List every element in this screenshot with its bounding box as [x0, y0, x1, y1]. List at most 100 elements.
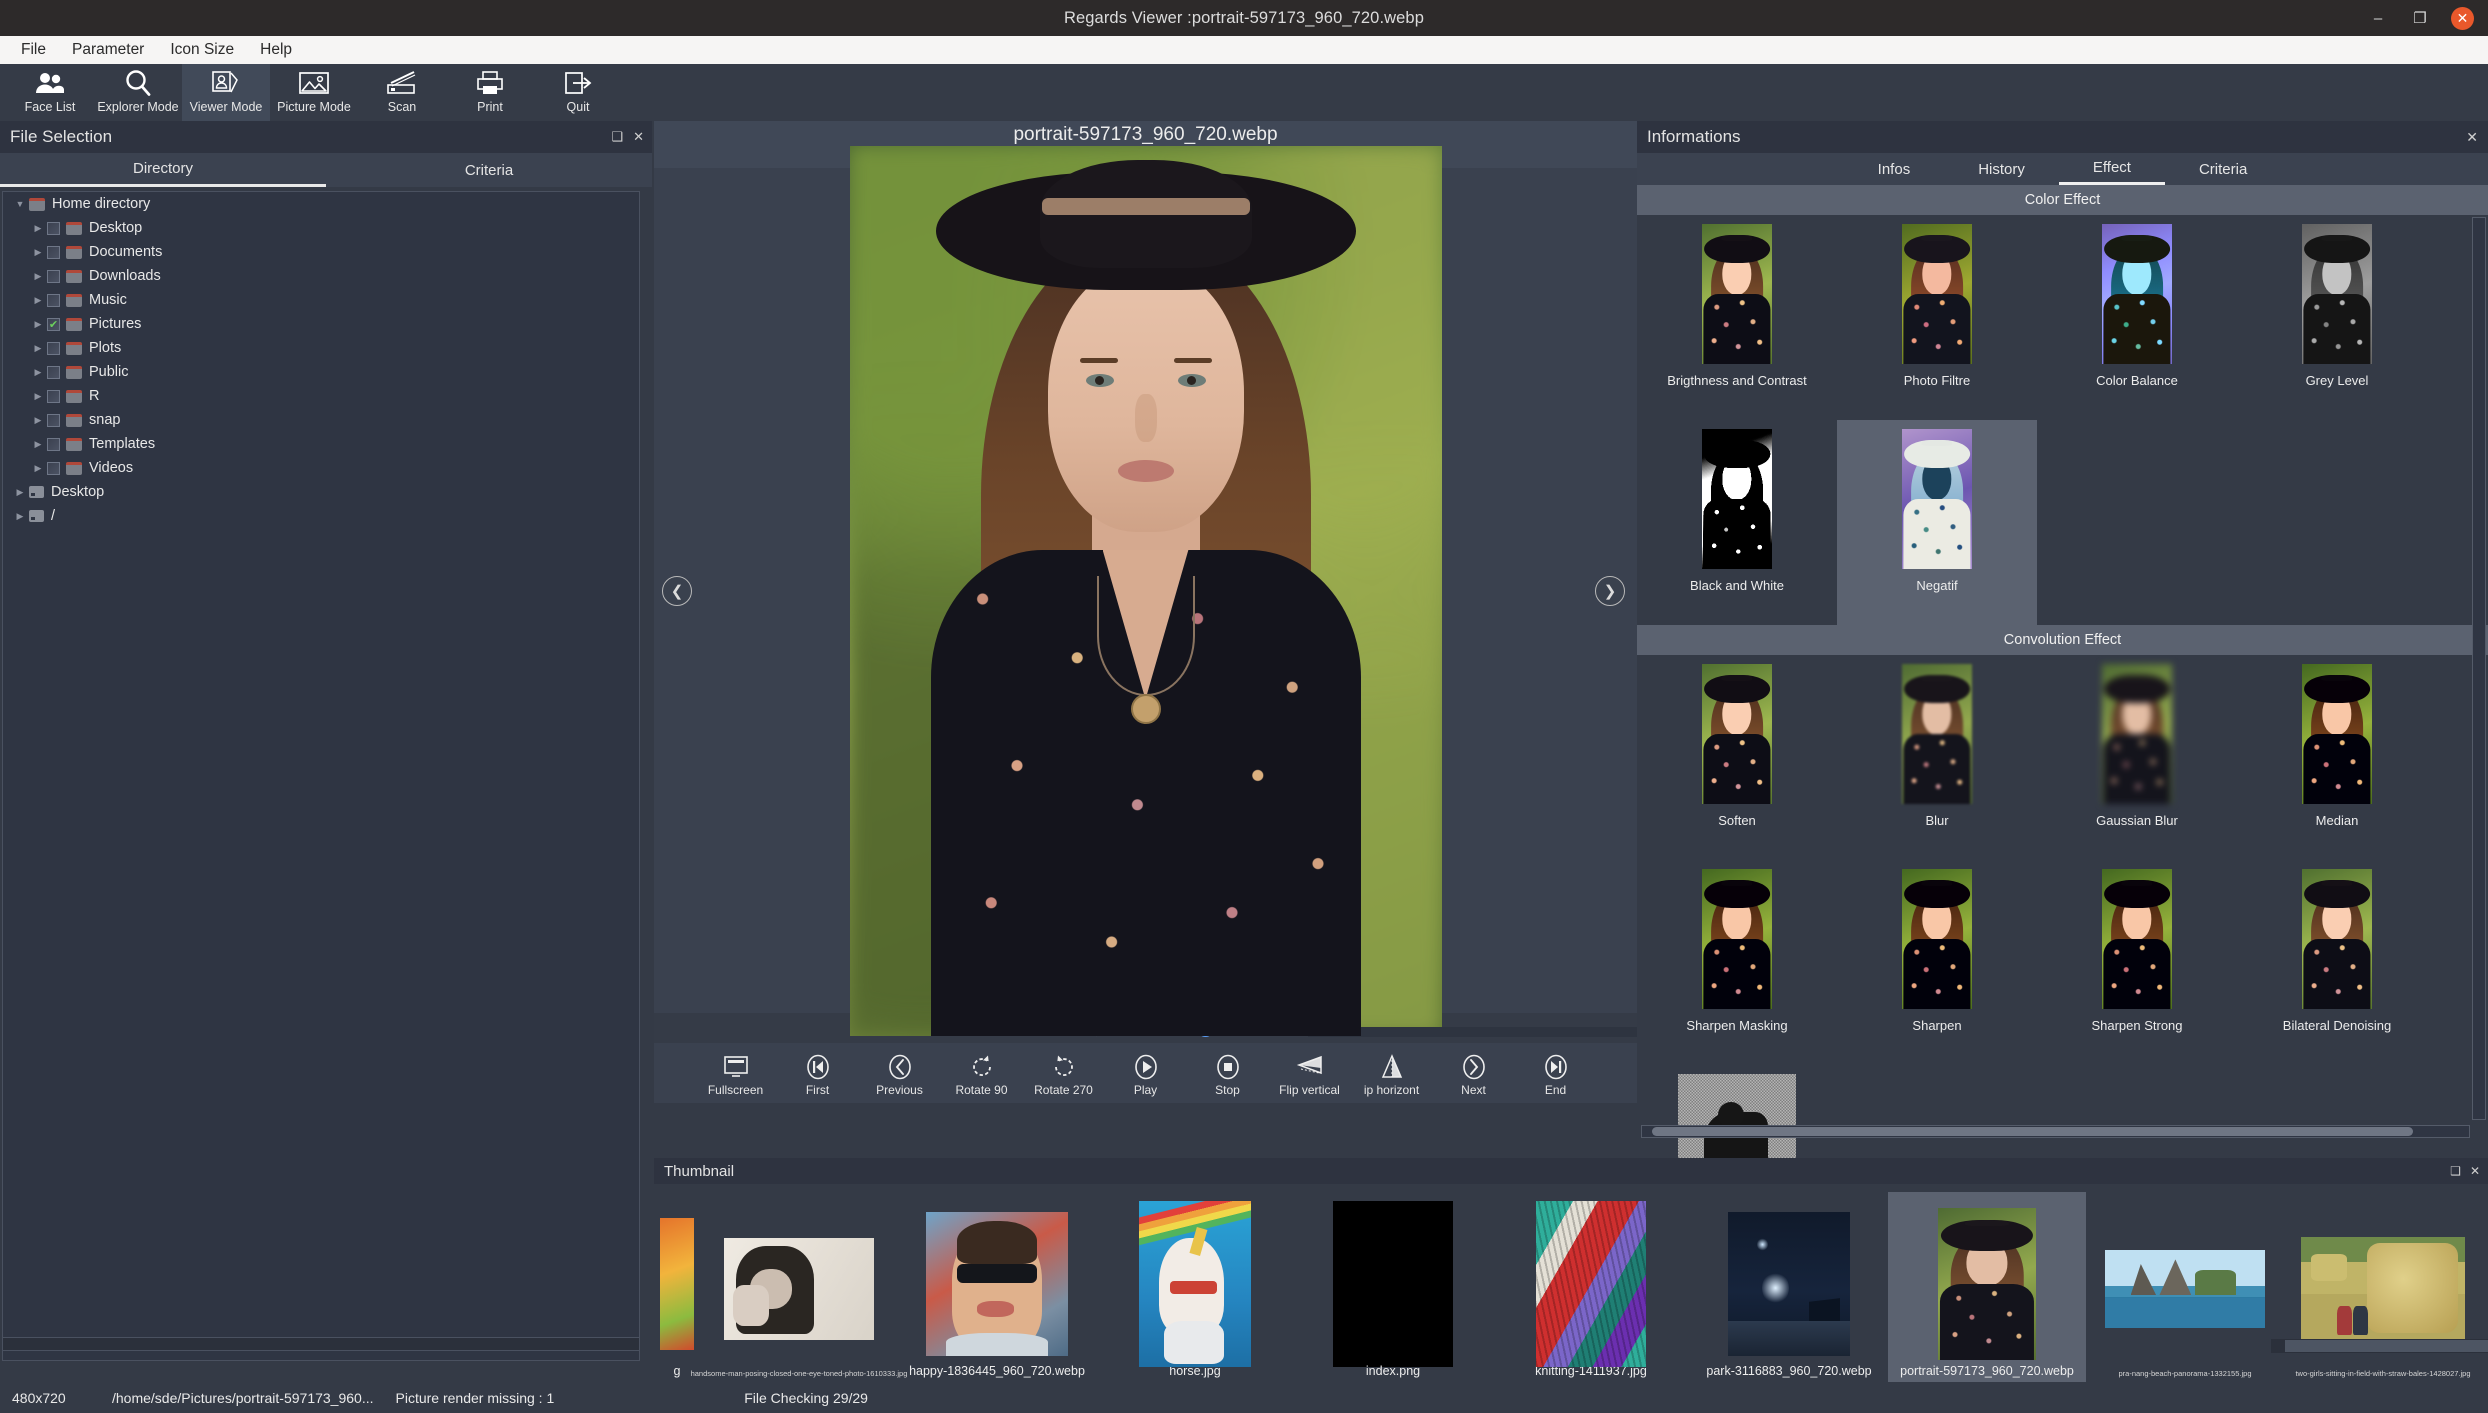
tab-effect[interactable]: Effect [2058, 153, 2165, 185]
expand-arrow-icon[interactable]: ▶ [29, 463, 47, 474]
effect-item[interactable]: Sharpen Strong [2037, 860, 2237, 1065]
effect-item[interactable]: Color Balance [2037, 215, 2237, 420]
tab-history[interactable]: History [1944, 153, 2059, 185]
next-image-button[interactable]: ❯ [1595, 575, 1625, 606]
previous-button[interactable]: Previous [868, 1052, 932, 1097]
effect-item[interactable]: Soften [1637, 655, 1837, 860]
close-icon[interactable]: ✕ [2470, 1164, 2480, 1178]
menu-help[interactable]: Help [247, 39, 305, 61]
flip-vertical-button[interactable]: Flip vertical [1278, 1052, 1342, 1097]
thumbnail-item[interactable]: two-girls-sitting-in-field-with-straw-ba… [2284, 1192, 2482, 1382]
effect-item[interactable]: Sharpen [1837, 860, 2037, 1065]
tree-checkbox[interactable] [47, 293, 60, 307]
tree-row[interactable]: ▶ / [3, 504, 639, 528]
expand-arrow-icon[interactable]: ▶ [11, 511, 29, 522]
toolbar-quit[interactable]: Quit [534, 64, 622, 121]
thumbnail-item[interactable]: g [654, 1192, 700, 1382]
tab-criteria[interactable]: Criteria [326, 153, 652, 187]
thumbnail-item[interactable]: index.png [1294, 1192, 1492, 1382]
minimize-button[interactable]: – [2367, 7, 2389, 29]
thumbnail-item[interactable]: happy-1836445_960_720.webp [898, 1192, 1096, 1382]
tree-checkbox[interactable] [47, 365, 60, 379]
next-button[interactable]: Next [1442, 1052, 1506, 1097]
main-photo[interactable] [849, 145, 1442, 1036]
tree-row[interactable]: ▶ R [3, 384, 639, 408]
tree-row[interactable]: ▶ Desktop [3, 480, 639, 504]
toolbar-print[interactable]: Print [446, 64, 534, 121]
tree-checkbox[interactable] [47, 245, 60, 259]
first-button[interactable]: First [786, 1052, 850, 1097]
toolbar-viewer-mode[interactable]: Viewer Mode [182, 64, 270, 121]
tree-row[interactable]: ▶ Plots [3, 336, 639, 360]
close-icon[interactable]: ✕ [2466, 129, 2478, 146]
toolbar-scan[interactable]: Scan [358, 64, 446, 121]
thumbnail-strip[interactable]: g handsome-man-posing-closed-one-eye-ton… [654, 1184, 2488, 1382]
thumbnail-item[interactable]: park-3116883_960_720.webp [1690, 1192, 1888, 1382]
previous-image-button[interactable]: ❮ [662, 575, 692, 606]
play-button[interactable]: Play [1114, 1052, 1178, 1097]
thumbnail-item[interactable]: knitting-1411937.jpg [1492, 1192, 1690, 1382]
effect-item[interactable]: Brigthness and Contrast [1637, 215, 1837, 420]
expand-arrow-icon[interactable]: ▶ [29, 343, 47, 354]
effect-item[interactable]: Median [2237, 655, 2437, 860]
effect-item[interactable]: Bilateral Denoising [2237, 860, 2437, 1065]
tab-directory[interactable]: Directory [0, 153, 326, 187]
toolbar-face-list[interactable]: Face List [6, 64, 94, 121]
float-icon[interactable]: ❑ [2450, 1164, 2461, 1178]
expand-arrow-icon[interactable]: ▶ [29, 223, 47, 234]
close-icon[interactable]: ✕ [633, 129, 644, 145]
left-horizontal-scrollbar[interactable] [2, 1337, 640, 1351]
effect-item-selected[interactable]: Negatif [1837, 420, 2037, 625]
tree-row[interactable]: ▶ Templates [3, 432, 639, 456]
tree-row[interactable]: ▶ Downloads [3, 264, 639, 288]
tree-row[interactable]: ▶ snap [3, 408, 639, 432]
end-button[interactable]: End [1524, 1052, 1588, 1097]
thumbnail-horizontal-scrollbar[interactable] [2271, 1339, 2488, 1353]
expand-arrow-icon[interactable]: ▶ [29, 415, 47, 426]
thumbnail-item[interactable]: pra-nang-beach-panorama-1332155.jpg [2086, 1192, 2284, 1382]
menu-file[interactable]: File [8, 39, 59, 61]
expand-arrow-icon[interactable]: ▶ [29, 391, 47, 402]
tree-row[interactable]: ▼ Home directory [3, 192, 639, 216]
effect-item[interactable]: Gaussian Blur [2037, 655, 2237, 860]
expand-arrow-icon[interactable]: ▶ [29, 439, 47, 450]
expand-arrow-icon[interactable]: ▶ [29, 247, 47, 258]
directory-tree[interactable]: ▼ Home directory ▶ Desktop ▶ Documents ▶ [2, 191, 640, 1361]
effect-item[interactable]: Grey Level [2237, 215, 2437, 420]
tree-checkbox[interactable] [47, 341, 60, 355]
effect-horizontal-scrollbar[interactable] [1641, 1125, 2470, 1138]
tree-checkbox[interactable] [47, 461, 60, 475]
thumbnail-item[interactable]: handsome-man-posing-closed-one-eye-toned… [691, 1192, 907, 1382]
effect-item[interactable]: Black and White [1637, 420, 1837, 625]
toolbar-explorer-mode[interactable]: Explorer Mode [94, 64, 182, 121]
tree-checkbox[interactable] [47, 389, 60, 403]
tree-row[interactable]: ▶ Desktop [3, 216, 639, 240]
maximize-button[interactable]: ❐ [2409, 7, 2431, 29]
menu-parameter[interactable]: Parameter [59, 39, 157, 61]
tree-row[interactable]: ▶ Public [3, 360, 639, 384]
tab-criteria[interactable]: Criteria [2165, 153, 2281, 185]
tree-checkbox[interactable]: ✔ [47, 317, 60, 331]
tree-row[interactable]: ▶ Videos [3, 456, 639, 480]
tree-row[interactable]: ▶ Music [3, 288, 639, 312]
rotate-270-button[interactable]: Rotate 270 [1032, 1052, 1096, 1097]
tree-checkbox[interactable] [47, 437, 60, 451]
tree-checkbox[interactable] [47, 413, 60, 427]
effect-item[interactable]: Sharpen Masking [1637, 860, 1837, 1065]
flip-horizontal-button[interactable]: ip horizont [1360, 1052, 1424, 1097]
stop-button[interactable]: Stop [1196, 1052, 1260, 1097]
effect-item[interactable]: Blur [1837, 655, 2037, 860]
tree-row-pictures[interactable]: ▶ ✔ Pictures [3, 312, 639, 336]
expand-arrow-icon[interactable]: ▶ [11, 487, 29, 498]
tab-infos[interactable]: Infos [1844, 153, 1945, 185]
menu-icon-size[interactable]: Icon Size [157, 39, 247, 61]
tree-checkbox[interactable] [47, 269, 60, 283]
rotate-90-button[interactable]: Rotate 90 [950, 1052, 1014, 1097]
expand-arrow-icon[interactable]: ▶ [29, 367, 47, 378]
fullscreen-button[interactable]: Fullscreen [704, 1052, 768, 1097]
expand-arrow-icon[interactable]: ▶ [29, 271, 47, 282]
toolbar-picture-mode[interactable]: Picture Mode [270, 64, 358, 121]
tree-row[interactable]: ▶ Documents [3, 240, 639, 264]
tree-checkbox[interactable] [47, 221, 60, 235]
expand-arrow-icon[interactable]: ▶ [29, 295, 47, 306]
